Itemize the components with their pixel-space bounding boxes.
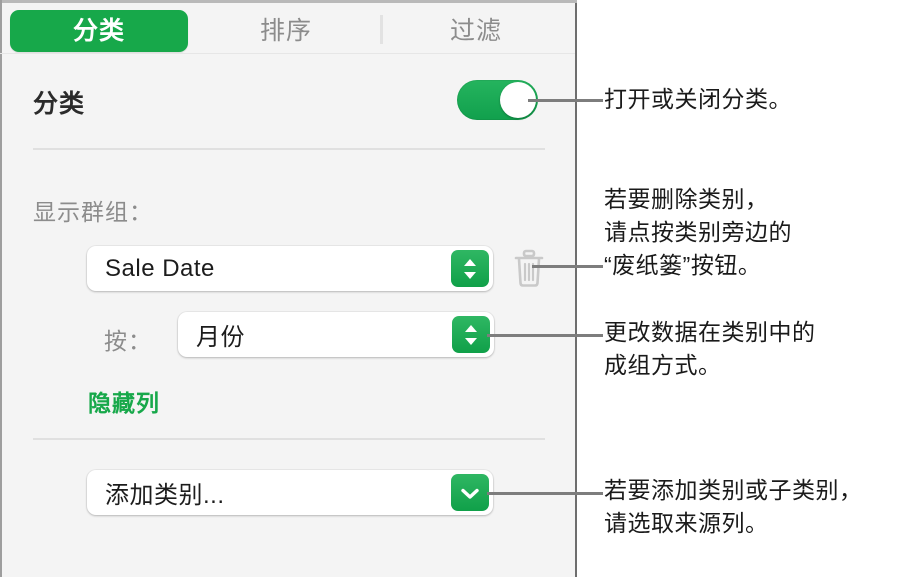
tab-sort[interactable]: 排序 bbox=[218, 10, 354, 52]
group-by-label: 按： bbox=[104, 328, 152, 354]
callout-leader-line-3 bbox=[487, 334, 603, 337]
callout-text-grouping: 更改数据在类别中的 成组方式。 bbox=[604, 319, 816, 378]
callout-leader-line-1 bbox=[528, 99, 603, 102]
categories-toggle-switch[interactable] bbox=[457, 80, 538, 120]
stepper-updown-icon[interactable] bbox=[451, 250, 489, 287]
divider-lower bbox=[33, 438, 545, 440]
tab-categories[interactable]: 分类 bbox=[10, 10, 188, 52]
tab-separator bbox=[380, 15, 383, 44]
inspector-tab-bar: 分类 排序 过滤 bbox=[0, 3, 575, 56]
group-by-popup[interactable]: 月份 bbox=[178, 312, 494, 357]
section-title-categories: 分类 bbox=[33, 90, 86, 118]
tab-bar-underline bbox=[0, 53, 575, 54]
source-column-popup[interactable]: Sale Date bbox=[87, 246, 493, 291]
show-groups-label: 显示群组： bbox=[33, 199, 153, 225]
callout-leader-line-4 bbox=[487, 492, 603, 495]
callout-text-trash: 若要删除类别， 请点按类别旁边的 “废纸篓”按钮。 bbox=[604, 186, 792, 278]
trash-icon[interactable] bbox=[512, 248, 546, 290]
callout-text-toggle: 打开或关闭分类。 bbox=[604, 86, 792, 112]
panel-left-chrome-line bbox=[0, 0, 2, 577]
group-by-value: 月份 bbox=[196, 324, 245, 351]
format-inspector-panel: 分类 排序 过滤 分类 显示群组： Sale Date 按： 月份 隐藏列 添加… bbox=[0, 0, 577, 577]
source-column-value: Sale Date bbox=[105, 254, 215, 282]
callout-leader-line-2 bbox=[532, 265, 603, 268]
stepper-updown-icon[interactable] bbox=[452, 316, 490, 353]
divider-upper bbox=[33, 148, 545, 150]
hide-column-link[interactable]: 隐藏列 bbox=[88, 384, 160, 418]
callout-text-add-category: 若要添加类别或子类别， 请选取来源列。 bbox=[604, 477, 863, 536]
tab-filter[interactable]: 过滤 bbox=[408, 10, 544, 52]
screenshot-root: 分类 排序 过滤 分类 显示群组： Sale Date 按： 月份 隐藏列 添加… bbox=[0, 0, 921, 577]
add-category-popup[interactable]: 添加类别... bbox=[87, 470, 493, 515]
chevron-down-icon[interactable] bbox=[451, 474, 489, 511]
add-category-value: 添加类别... bbox=[105, 482, 225, 509]
